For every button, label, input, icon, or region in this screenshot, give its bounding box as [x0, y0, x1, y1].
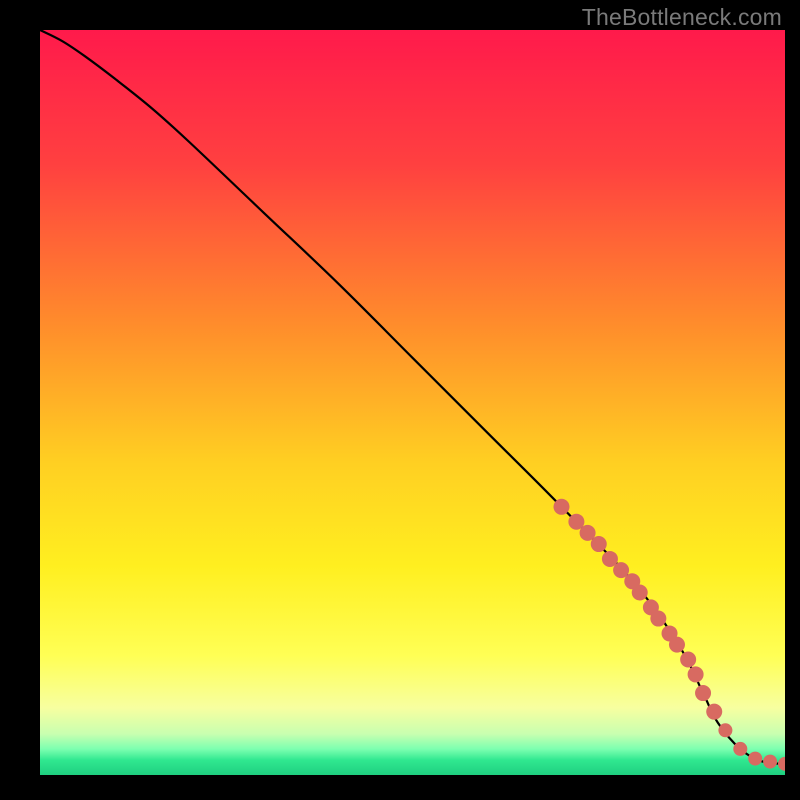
marker-point	[680, 652, 696, 668]
marker-point	[554, 499, 570, 515]
marker-point	[748, 752, 762, 766]
chart-container: TheBottleneck.com	[0, 0, 800, 800]
marker-point	[688, 666, 704, 682]
marker-point	[733, 742, 747, 756]
marker-point	[591, 536, 607, 552]
marker-point	[763, 755, 777, 769]
gradient-background	[40, 30, 785, 775]
marker-point	[706, 704, 722, 720]
marker-point	[650, 611, 666, 627]
marker-point	[632, 584, 648, 600]
chart-plot-area	[40, 30, 785, 775]
attribution-label: TheBottleneck.com	[582, 4, 782, 31]
chart-svg	[40, 30, 785, 775]
marker-point	[718, 723, 732, 737]
marker-point	[695, 685, 711, 701]
marker-point	[669, 637, 685, 653]
